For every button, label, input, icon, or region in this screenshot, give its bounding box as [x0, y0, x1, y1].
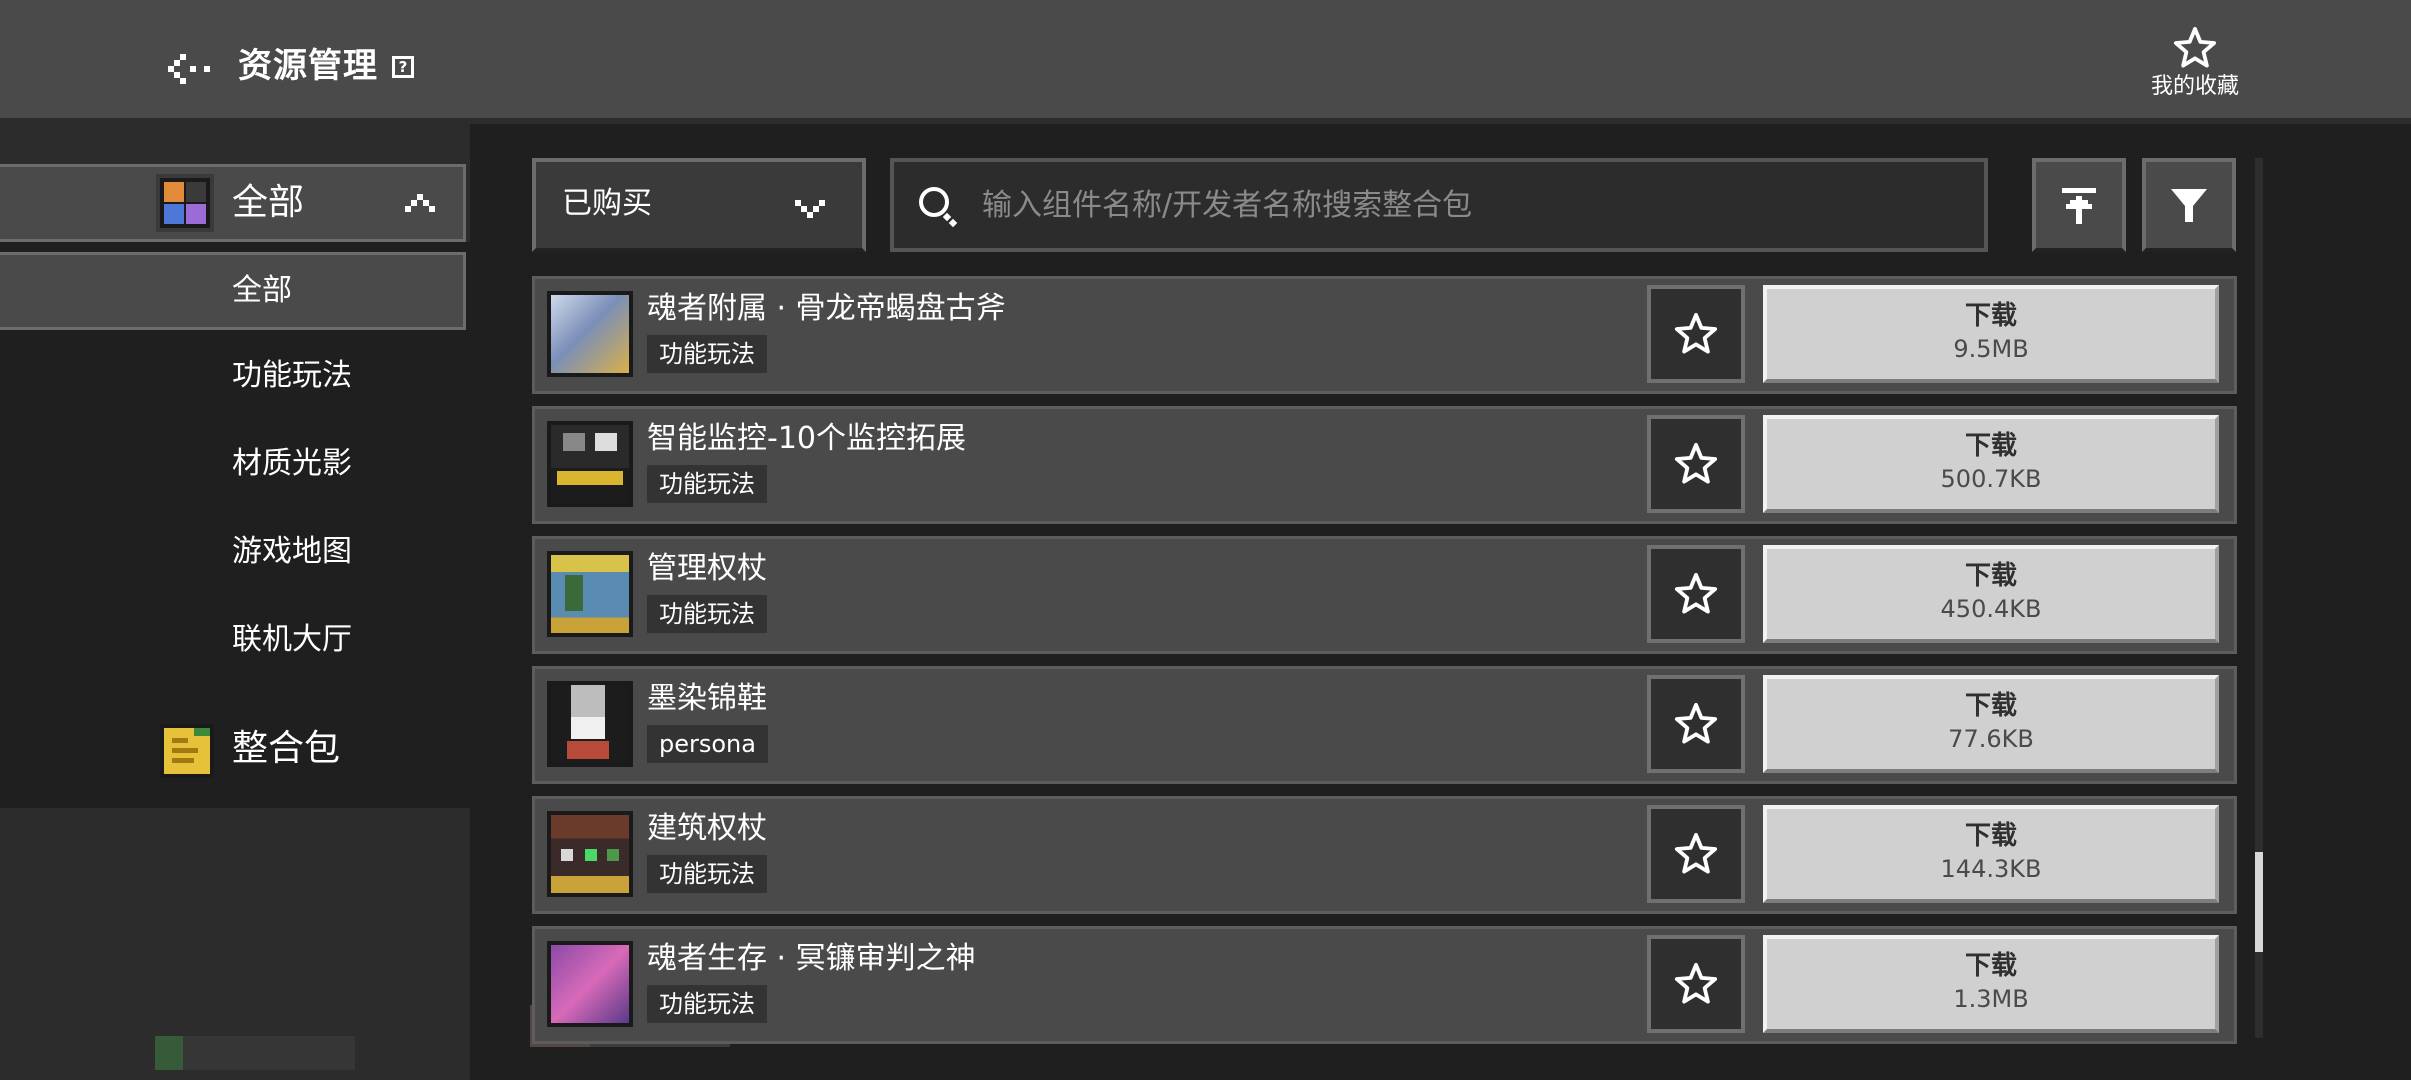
resource-list: 魂者附属 · 骨龙帝蝎盘古斧 功能玩法 下载 9.5MB 智能监控-10个监控拓…	[532, 276, 2237, 1044]
chevron-down-icon	[795, 200, 825, 218]
sidebar-item-gameplay[interactable]: 功能玩法	[0, 340, 466, 418]
scroll-to-top-icon	[2062, 188, 2096, 224]
star-icon	[2173, 26, 2217, 68]
item-thumbnail	[547, 551, 633, 637]
item-title: 墨染锦鞋	[647, 681, 767, 716]
favorite-button[interactable]	[1647, 415, 1745, 513]
purchase-filter-dropdown[interactable]: 已购买	[532, 158, 866, 252]
favorite-button[interactable]	[1647, 545, 1745, 643]
download-label: 下载	[1964, 951, 2017, 981]
sidebar-item-maps[interactable]: 游戏地图	[0, 516, 466, 594]
favorite-button[interactable]	[1647, 285, 1745, 383]
help-icon[interactable]: ?	[392, 56, 414, 78]
favorite-button[interactable]	[1647, 805, 1745, 903]
item-tag: 功能玩法	[647, 465, 767, 503]
star-icon	[1674, 962, 1718, 1004]
filter-icon	[2171, 189, 2207, 222]
sidebar-item-lobby[interactable]: 联机大厅	[0, 604, 466, 682]
list-item[interactable]: 魂者生存 · 冥镰审判之神 功能玩法 下载 1.3MB	[532, 926, 2237, 1044]
star-icon	[1674, 702, 1718, 744]
all-category-icon	[156, 174, 214, 232]
item-tag: 功能玩法	[647, 595, 767, 633]
list-item[interactable]: 魂者附属 · 骨龙帝蝎盘古斧 功能玩法 下载 9.5MB	[532, 276, 2237, 394]
filter-button[interactable]	[2142, 158, 2236, 252]
download-label: 下载	[1964, 301, 2017, 331]
download-button[interactable]: 下载 9.5MB	[1763, 285, 2219, 383]
file-size: 450.4KB	[1940, 595, 2042, 623]
item-tag: 功能玩法	[647, 985, 767, 1023]
item-title: 魂者附属 · 骨龙帝蝎盘古斧	[647, 291, 1006, 326]
list-item[interactable]: 管理权杖 功能玩法 下载 450.4KB	[532, 536, 2237, 654]
star-icon	[1674, 572, 1718, 614]
star-icon	[1674, 442, 1718, 484]
star-icon	[1674, 832, 1718, 874]
search-input[interactable]	[980, 176, 1964, 234]
sidebar-item-textures[interactable]: 材质光影	[0, 428, 466, 506]
item-thumbnail	[547, 811, 633, 897]
list-item[interactable]: 墨染锦鞋 persona 下载 77.6KB	[532, 666, 2237, 784]
sidebar-item-all[interactable]: 全部	[0, 252, 466, 330]
chevron-up-icon[interactable]	[404, 192, 436, 212]
download-button[interactable]: 下载 77.6KB	[1763, 675, 2219, 773]
sidebar-item-label: 全部	[232, 273, 292, 308]
download-button[interactable]: 下载 144.3KB	[1763, 805, 2219, 903]
sidebar: 全部 全部 功能玩法 材质光影 游戏地图 联机大厅 整合包	[0, 124, 470, 1080]
item-title: 管理权杖	[647, 551, 767, 586]
file-size: 500.7KB	[1940, 465, 2042, 493]
blurred-footer-text	[155, 1036, 355, 1070]
item-thumbnail	[547, 421, 633, 507]
scrollbar-thumb[interactable]	[2255, 852, 2263, 952]
item-thumbnail	[547, 941, 633, 1027]
download-label: 下载	[1964, 821, 2017, 851]
favorite-button[interactable]	[1647, 675, 1745, 773]
scrollbar-track[interactable]	[2255, 158, 2263, 1038]
sidebar-item-label: 联机大厅	[232, 622, 352, 657]
star-icon	[1674, 312, 1718, 354]
modpack-icon	[160, 724, 214, 778]
file-size: 77.6KB	[1948, 725, 2034, 753]
scroll-to-top-button[interactable]	[2032, 158, 2126, 252]
file-size: 1.3MB	[1953, 985, 2029, 1013]
item-tag: persona	[647, 725, 768, 763]
back-arrow-icon[interactable]	[160, 44, 214, 88]
item-title: 建筑权杖	[647, 811, 767, 846]
sidebar-item-label: 游戏地图	[232, 534, 352, 569]
download-label: 下载	[1964, 691, 2017, 721]
my-favorites-button[interactable]: 我的收藏	[2130, 26, 2260, 110]
list-item[interactable]: 智能监控-10个监控拓展 功能玩法 下载 500.7KB	[532, 406, 2237, 524]
file-size: 144.3KB	[1940, 855, 2042, 883]
item-title: 魂者生存 · 冥镰审判之神	[647, 941, 976, 976]
page-title: 资源管理	[238, 46, 378, 86]
sidebar-item-label: 功能玩法	[232, 358, 352, 393]
download-button[interactable]: 下载 450.4KB	[1763, 545, 2219, 643]
file-size: 9.5MB	[1953, 335, 2029, 363]
top-bar: 资源管理 ? 我的收藏	[0, 0, 2411, 124]
search-bar	[890, 158, 1988, 252]
item-tag: 功能玩法	[647, 855, 767, 893]
favorites-label: 我的收藏	[2150, 74, 2239, 99]
category-all-label: 全部	[232, 182, 305, 223]
favorite-button[interactable]	[1647, 935, 1745, 1033]
download-button[interactable]: 下载 1.3MB	[1763, 935, 2219, 1033]
dropdown-selected-value: 已购买	[562, 186, 652, 221]
download-label: 下载	[1964, 561, 2017, 591]
list-item[interactable]: 建筑权杖 功能玩法 下载 144.3KB	[532, 796, 2237, 914]
item-tag: 功能玩法	[647, 335, 767, 373]
search-icon	[919, 187, 958, 228]
item-thumbnail	[547, 681, 633, 767]
sidebar-item-modpack[interactable]: 整合包	[232, 724, 340, 774]
sidebar-item-label: 材质光影	[232, 446, 352, 481]
item-thumbnail	[547, 291, 633, 377]
download-button[interactable]: 下载 500.7KB	[1763, 415, 2219, 513]
item-title: 智能监控-10个监控拓展	[647, 421, 966, 456]
download-label: 下载	[1964, 431, 2017, 461]
